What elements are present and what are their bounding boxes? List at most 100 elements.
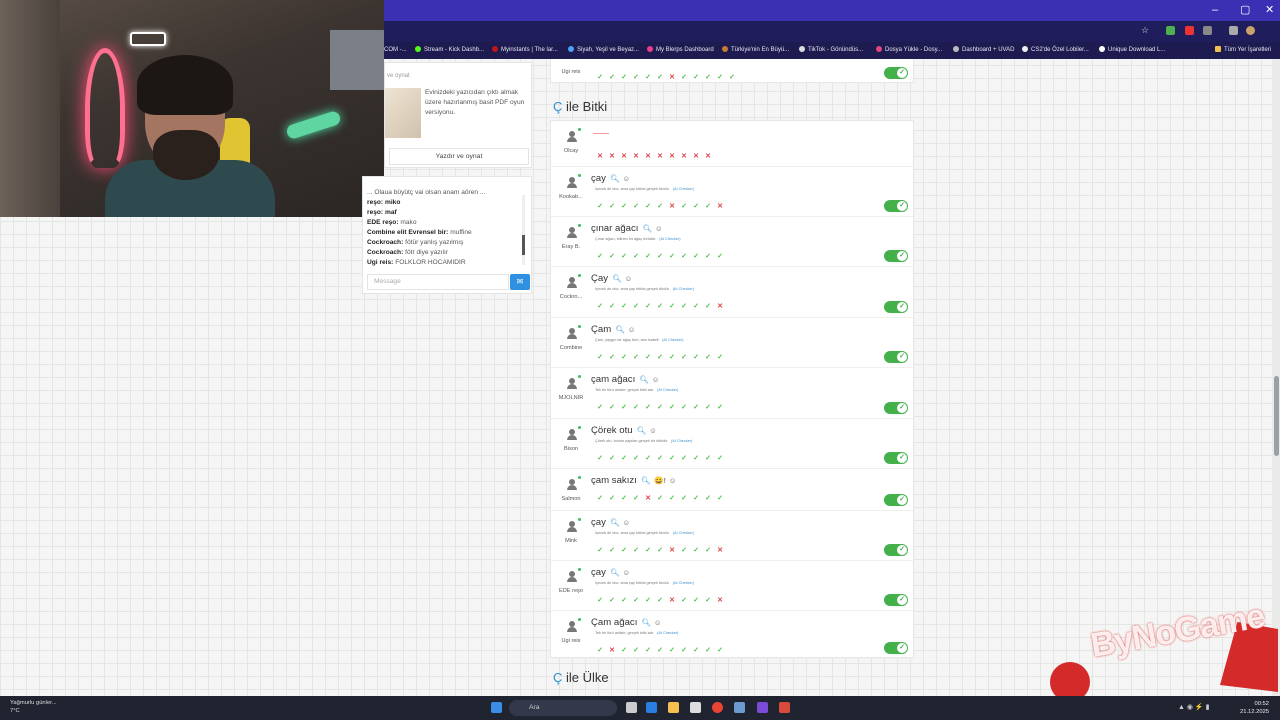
answer-tools: 🔍︎ ☺ <box>637 426 657 435</box>
app-icon[interactable] <box>757 702 768 713</box>
accept-toggle[interactable] <box>884 402 908 414</box>
app-icon[interactable] <box>734 702 745 713</box>
minimize-button[interactable]: – <box>1212 3 1218 17</box>
player-name: Ugi reis <box>561 69 581 75</box>
task-view-icon[interactable] <box>626 702 637 713</box>
ai-note-text: İçecek de olur, ama çay bitkisi gerçek t… <box>595 287 670 291</box>
accept-toggle[interactable] <box>884 200 908 212</box>
bookmark-item[interactable]: Türkiye'nin En Büyü... <box>722 45 789 55</box>
bookmark-item[interactable]: COM -... <box>384 45 407 55</box>
search-icon[interactable]: 🔍︎ <box>642 224 652 233</box>
chat-message-input[interactable]: Message <box>367 274 509 290</box>
tray-icons[interactable]: ▲ ◉ ⚡ ▮ <box>1178 703 1209 711</box>
extension-icon[interactable] <box>1185 26 1194 35</box>
weather-widget[interactable]: Yağmurlu günler... 7°C <box>10 699 57 715</box>
extension-icon[interactable] <box>1166 26 1175 35</box>
check-icon: ✓ <box>681 495 687 502</box>
ai-emoji-icon[interactable]: ☺ <box>652 375 660 384</box>
ai-emoji-icon[interactable]: ☺ <box>622 174 630 183</box>
search-icon[interactable]: 🔍︎ <box>637 426 647 435</box>
ai-note-text: İçecek de olur, ama çay bitkisi gerçek t… <box>595 531 670 535</box>
ai-emoji-icon[interactable]: ☺ <box>622 568 630 577</box>
profile-avatar[interactable] <box>1246 26 1255 35</box>
bookmark-item[interactable]: Myinstants | The lar... <box>492 45 558 55</box>
search-icon[interactable]: 🔍︎ <box>610 174 620 183</box>
search-icon[interactable]: 🔍︎ <box>641 618 651 627</box>
search-icon[interactable]: 🔍︎ <box>615 325 625 334</box>
bookmark-item[interactable]: My Blerps Dashboard <box>647 45 714 55</box>
accept-toggle[interactable] <box>884 67 908 79</box>
accept-toggle[interactable] <box>884 301 908 313</box>
ai-emoji-icon[interactable]: ☺ <box>625 274 633 283</box>
maximize-button[interactable]: ▢ <box>1240 3 1250 17</box>
taskbar-clock[interactable]: 00:52 21.12.2025 <box>1240 700 1269 716</box>
search-icon[interactable]: 🔍︎ <box>612 274 622 283</box>
cross-icon: ✕ <box>645 153 651 160</box>
bookmark-item[interactable]: Dosya Yükle - Dosy... <box>876 45 942 55</box>
store-icon[interactable] <box>690 702 701 713</box>
ai-emoji-icon[interactable]: ☺ <box>655 224 663 233</box>
print-and-play-card: ve oynat Evinizdeki yazıcıdan çıktı alma… <box>384 62 532 168</box>
accept-toggle[interactable] <box>884 594 908 606</box>
accept-toggle[interactable] <box>884 642 908 654</box>
bookmark-item[interactable]: Dashboard + UVAD <box>953 45 1014 55</box>
print-and-play-button[interactable]: Yazdır ve oynat <box>389 148 529 165</box>
ai-emoji-icon[interactable]: ☺ <box>669 476 677 485</box>
taskbar-search[interactable]: Ara <box>509 700 617 716</box>
chrome-icon[interactable] <box>712 702 723 713</box>
ai-emoji-icon[interactable]: ☺ <box>654 618 662 627</box>
check-icon: ✓ <box>597 647 603 654</box>
check-icon: ✓ <box>669 495 675 502</box>
ai-emoji-icon[interactable]: ☺ <box>649 426 657 435</box>
search-icon[interactable]: 🔍︎ <box>641 476 651 485</box>
player-name: Kookab... <box>559 194 583 200</box>
bookmark-item[interactable]: Stream - Kick Dashb... <box>415 45 484 55</box>
ai-checker-label: (AI Checker) <box>662 338 684 342</box>
star-bookmark-icon[interactable]: ☆ <box>1141 25 1150 35</box>
accept-toggle[interactable] <box>884 351 908 363</box>
ai-checker-note: Tek bir türü anlatır; gerçek bitki adı.(… <box>595 631 678 635</box>
answer-word: çay 🔍︎ ☺ <box>591 567 630 578</box>
check-icon: ✓ <box>717 404 723 411</box>
menu-icon[interactable] <box>1229 26 1238 35</box>
bookmark-item[interactable]: CS2'de Özel Lobiler... <box>1022 45 1089 55</box>
check-icon: ✓ <box>681 404 687 411</box>
accept-toggle[interactable] <box>884 494 908 506</box>
webcam-background-door <box>0 0 60 217</box>
windows-start-icon[interactable] <box>491 702 502 713</box>
chat-message: reşo: maf <box>367 209 397 216</box>
close-window-button[interactable]: ✕ <box>1265 3 1274 17</box>
section-title: Ç ile Bitki <box>553 99 608 114</box>
send-message-button[interactable]: ✉ <box>510 274 530 290</box>
ai-emoji-icon[interactable]: ☺ <box>628 325 636 334</box>
chat-scrollbar[interactable] <box>522 195 525 265</box>
puzzle-icon[interactable] <box>1203 26 1212 35</box>
page-scrollbar-thumb[interactable] <box>1274 376 1279 456</box>
accept-toggle[interactable] <box>884 250 908 262</box>
answer-word: çam ağacı 🔍︎ ☺ <box>591 374 659 385</box>
check-icon: ✓ <box>657 647 663 654</box>
bookmark-item[interactable]: Unique Download L... <box>1099 45 1165 55</box>
answer-tools: 🔍︎ ☺ <box>641 618 661 627</box>
chat-message: Ugi reis: FOLKLOR HOCAMIDIR <box>367 259 466 266</box>
check-icon: ✓ <box>597 455 603 462</box>
check-icon: ✓ <box>705 404 711 411</box>
file-explorer-icon[interactable] <box>668 702 679 713</box>
ai-emoji-icon[interactable]: ☺ <box>622 518 630 527</box>
bookmark-item[interactable]: TikTok - Gönündüs... <box>799 45 863 55</box>
search-icon[interactable]: 🔍︎ <box>610 568 620 577</box>
all-bookmarks-folder[interactable]: Tüm Yer İşaretleri <box>1215 45 1271 55</box>
check-icon: ✓ <box>705 455 711 462</box>
search-icon[interactable]: 🔍︎ <box>610 518 620 527</box>
ai-checker-note: Çam, yaygın bir ağaç türü, tam isabet! (A… <box>595 338 683 342</box>
answer-tools: 🔍︎ ☺ <box>610 174 630 183</box>
accept-toggle[interactable] <box>884 544 908 556</box>
chat-panel: ... Olaua büyütç vai olsan anam aören ..… <box>362 176 532 294</box>
accept-toggle[interactable] <box>884 452 908 464</box>
check-icon: ✓ <box>681 647 687 654</box>
bookmark-item[interactable]: Siyah, Yeşil ve Beyaz... <box>568 45 639 55</box>
user-avatar-icon <box>566 521 578 533</box>
search-icon[interactable]: 🔍︎ <box>639 375 649 384</box>
obs-icon[interactable] <box>779 702 790 713</box>
edge-browser-icon[interactable] <box>646 702 657 713</box>
